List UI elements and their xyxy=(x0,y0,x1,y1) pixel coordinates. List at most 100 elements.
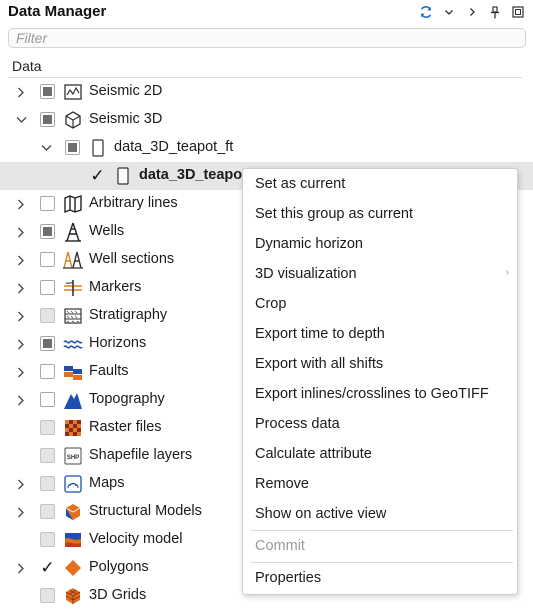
pin-icon[interactable] xyxy=(488,4,502,20)
topography-icon xyxy=(63,390,83,410)
expand-chevron-icon[interactable] xyxy=(14,504,28,520)
menu-separator xyxy=(251,530,513,531)
tree-item-label: Seismic 2D xyxy=(89,83,163,99)
document-icon xyxy=(113,166,133,186)
expand-chevron-icon[interactable] xyxy=(14,392,28,408)
visibility-checkbox[interactable]: ✓ xyxy=(90,167,105,184)
expand-chevron-icon[interactable] xyxy=(14,280,28,296)
maps-icon xyxy=(63,474,83,494)
tree-item-seismic-2d[interactable]: Seismic 2D xyxy=(0,78,533,106)
visibility-checkbox[interactable] xyxy=(40,112,55,127)
visibility-checkbox[interactable] xyxy=(40,420,55,435)
column-header[interactable]: Data xyxy=(8,55,522,78)
tree-item-label: Structural Models xyxy=(89,503,202,519)
visibility-checkbox[interactable] xyxy=(40,196,55,211)
structural-model-icon xyxy=(63,502,83,522)
faults-icon xyxy=(63,362,83,382)
svg-text:SHP: SHP xyxy=(67,455,79,461)
menu-item-crop[interactable]: Crop xyxy=(255,296,286,320)
menu-item-commit: Commit xyxy=(255,538,305,554)
column-header-label: Data xyxy=(12,58,42,74)
panel-title: Data Manager xyxy=(8,3,107,20)
filter-box xyxy=(8,28,526,48)
tree-item-label: Topography xyxy=(89,391,165,407)
visibility-checkbox[interactable] xyxy=(40,392,55,407)
menu-item-export-inlines-crosslines-to-geotiff[interactable]: Export inlines/crosslines to GeoTIFF xyxy=(255,386,489,410)
tree-item-label: Markers xyxy=(89,279,142,295)
tree-item-label: Wells xyxy=(89,223,125,239)
visibility-checkbox[interactable] xyxy=(40,448,55,463)
3d-grids-icon xyxy=(63,586,83,606)
visibility-checkbox[interactable] xyxy=(65,140,80,155)
seismic-2d-icon xyxy=(63,82,83,102)
menu-item-export-time-to-depth[interactable]: Export time to depth xyxy=(255,326,385,350)
visibility-checkbox[interactable]: ✓ xyxy=(40,559,55,576)
tree-item-label: 3D Grids xyxy=(89,587,147,603)
tree-item-label: Polygons xyxy=(89,559,149,575)
expand-chevron-icon[interactable] xyxy=(14,560,28,576)
menu-item-calculate-attribute[interactable]: Calculate attribute xyxy=(255,446,372,470)
menu-separator xyxy=(251,562,513,563)
tree-item-label: Well sections xyxy=(89,251,175,267)
menu-item-process-data[interactable]: Process data xyxy=(255,416,340,440)
visibility-checkbox[interactable] xyxy=(40,476,55,491)
velocity-model-icon xyxy=(63,530,83,550)
visibility-checkbox[interactable] xyxy=(40,252,55,267)
arbitrary-lines-icon xyxy=(63,194,83,214)
visibility-checkbox[interactable] xyxy=(40,224,55,239)
submenu-arrow-icon: › xyxy=(505,267,509,278)
filter-input[interactable] xyxy=(9,29,525,47)
visibility-checkbox[interactable] xyxy=(40,308,55,323)
expand-chevron-icon[interactable] xyxy=(14,196,28,212)
tree-item-label: Raster files xyxy=(89,419,162,435)
menu-item-set-this-group-as-current[interactable]: Set this group as current xyxy=(255,206,413,230)
visibility-checkbox[interactable] xyxy=(40,364,55,379)
menu-item-properties[interactable]: Properties xyxy=(255,570,321,594)
visibility-checkbox[interactable] xyxy=(40,280,55,295)
panel-toolbar xyxy=(419,3,525,21)
visibility-checkbox[interactable] xyxy=(40,504,55,519)
maximize-icon[interactable] xyxy=(511,4,525,20)
visibility-checkbox[interactable] xyxy=(40,588,55,603)
expand-chevron-icon[interactable] xyxy=(14,364,28,380)
chevron-down-icon[interactable] xyxy=(442,4,456,20)
visibility-checkbox[interactable] xyxy=(40,84,55,99)
expand-chevron-icon[interactable] xyxy=(14,476,28,492)
tree-item-label: Velocity model xyxy=(89,531,183,547)
horizons-icon xyxy=(63,334,83,354)
tree-item-label: Faults xyxy=(89,363,129,379)
visibility-checkbox[interactable] xyxy=(40,532,55,547)
menu-item-3d-visualization[interactable]: 3D visualization xyxy=(255,266,357,290)
expand-chevron-icon[interactable] xyxy=(14,252,28,268)
menu-item-set-as-current[interactable]: Set as current xyxy=(255,176,345,200)
menu-item-show-on-active-view[interactable]: Show on active view xyxy=(255,506,386,530)
menu-item-dynamic-horizon[interactable]: Dynamic horizon xyxy=(255,236,363,260)
menu-item-export-with-all-shifts[interactable]: Export with all shifts xyxy=(255,356,383,380)
tree-item-label: Maps xyxy=(89,475,125,491)
panel-titlebar: Data Manager xyxy=(0,0,533,26)
collapse-chevron-icon[interactable] xyxy=(14,112,28,128)
tree-item-label: Stratigraphy xyxy=(89,307,168,323)
expand-chevron-icon[interactable] xyxy=(14,84,28,100)
expand-chevron-icon[interactable] xyxy=(14,308,28,324)
tree-item-label: Horizons xyxy=(89,335,147,351)
seismic-3d-cube-icon xyxy=(63,110,83,130)
expand-chevron-icon[interactable] xyxy=(14,224,28,240)
menu-item-remove[interactable]: Remove xyxy=(255,476,309,500)
well-derrick-icon xyxy=(63,222,83,242)
raster-icon xyxy=(63,418,83,438)
shapefile-icon: SHP xyxy=(63,446,83,466)
expand-chevron-icon[interactable] xyxy=(14,336,28,352)
chevron-right-icon[interactable] xyxy=(465,4,479,20)
tree-item-label: data_3D_teapot_ft xyxy=(114,139,234,155)
stratigraphy-icon xyxy=(63,306,83,326)
tree-item-label: Shapefile layers xyxy=(89,447,193,463)
tree-item-data-3d-teapot-ft[interactable]: data_3D_teapot_ft xyxy=(0,134,533,162)
collapse-chevron-icon[interactable] xyxy=(39,140,53,156)
well-sections-icon xyxy=(63,250,83,270)
refresh-icon[interactable] xyxy=(419,4,433,20)
context-menu: Set as current Set this group as current D… xyxy=(242,168,518,595)
visibility-checkbox[interactable] xyxy=(40,336,55,351)
tree-item-seismic-3d[interactable]: Seismic 3D xyxy=(0,106,533,134)
document-icon xyxy=(88,138,108,158)
